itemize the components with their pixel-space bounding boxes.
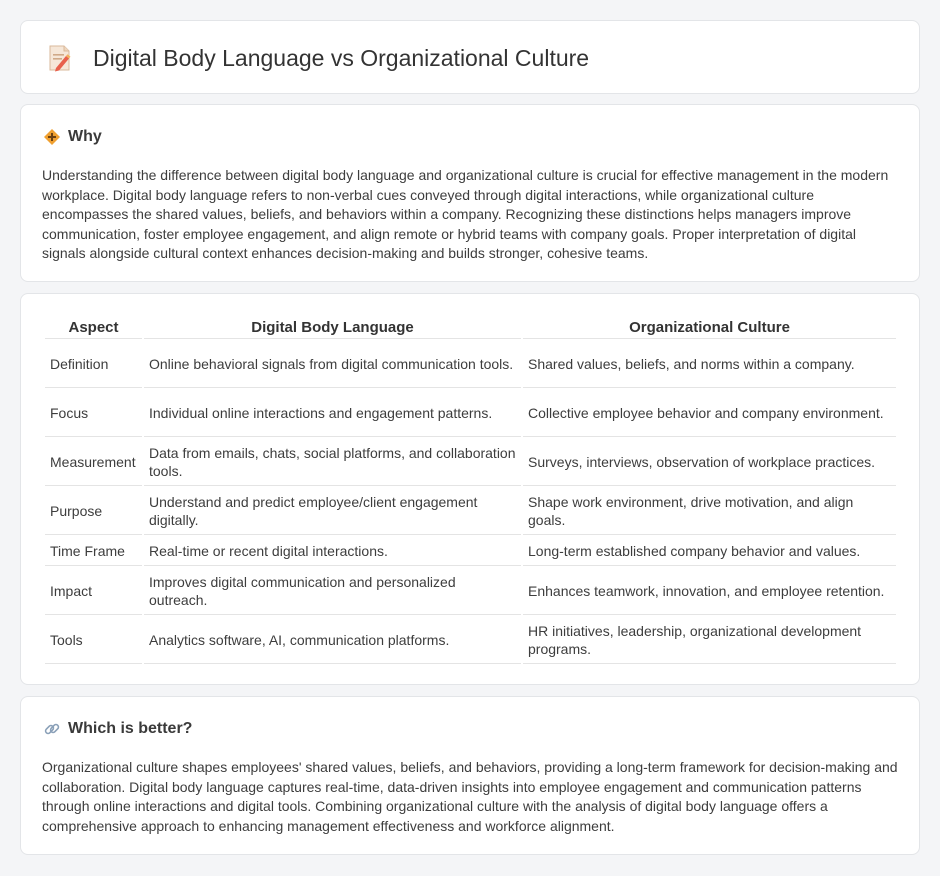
cell-aspect: Purpose bbox=[45, 488, 142, 535]
table-row: Definition Online behavioral signals fro… bbox=[45, 341, 896, 388]
better-section-header: Which is better? bbox=[43, 719, 192, 739]
why-body: Understanding the difference between dig… bbox=[42, 167, 889, 262]
title-row: Digital Body Language vs Organizational … bbox=[47, 43, 589, 73]
comparison-table: Aspect Digital Body Language Organizatio… bbox=[43, 315, 898, 666]
cell-organizational-culture: Collective employee behavior and company… bbox=[523, 390, 896, 437]
cell-organizational-culture: Enhances teamwork, innovation, and emplo… bbox=[523, 568, 896, 615]
header-aspect: Aspect bbox=[45, 317, 142, 339]
cell-digital-body-language: Real-time or recent digital interactions… bbox=[144, 537, 521, 566]
cell-aspect: Measurement bbox=[45, 439, 142, 486]
table-row: Time Frame Real-time or recent digital i… bbox=[45, 537, 896, 566]
header-digital-body-language: Digital Body Language bbox=[144, 317, 521, 339]
table-row: Impact Improves digital communication an… bbox=[45, 568, 896, 615]
why-section: Why Understanding the difference between… bbox=[20, 104, 920, 282]
table-row: Purpose Understand and predict employee/… bbox=[45, 488, 896, 535]
cell-aspect: Time Frame bbox=[45, 537, 142, 566]
cell-aspect: Tools bbox=[45, 617, 142, 664]
cell-organizational-culture: Shared values, beliefs, and norms within… bbox=[523, 341, 896, 388]
cell-aspect: Impact bbox=[45, 568, 142, 615]
cell-digital-body-language: Data from emails, chats, social platform… bbox=[144, 439, 521, 486]
better-heading: Which is better? bbox=[68, 720, 193, 737]
cell-aspect: Definition bbox=[45, 341, 142, 388]
cell-digital-body-language: Online behavioral signals from digital c… bbox=[144, 341, 521, 388]
why-section-header: Why bbox=[43, 127, 102, 147]
why-heading: Why bbox=[68, 128, 102, 145]
which-is-better-section: Which is better? Organizational culture … bbox=[20, 696, 920, 855]
comparison-section: Aspect Digital Body Language Organizatio… bbox=[20, 293, 920, 685]
link-icon bbox=[43, 720, 61, 738]
cell-digital-body-language: Analytics software, AI, communication pl… bbox=[144, 617, 521, 664]
header-organizational-culture: Organizational Culture bbox=[523, 317, 896, 339]
cell-aspect: Focus bbox=[45, 390, 142, 437]
table-row: Tools Analytics software, AI, communicat… bbox=[45, 617, 896, 664]
cell-organizational-culture: Surveys, interviews, observation of work… bbox=[523, 439, 896, 486]
table-header-row: Aspect Digital Body Language Organizatio… bbox=[45, 317, 896, 339]
diamond-signal-icon bbox=[43, 128, 61, 146]
document-pencil-icon bbox=[47, 43, 73, 73]
page-title: Digital Body Language vs Organizational … bbox=[93, 45, 590, 71]
cell-digital-body-language: Individual online interactions and engag… bbox=[144, 390, 521, 437]
cell-organizational-culture: Shape work environment, drive motivation… bbox=[523, 488, 896, 535]
table-row: Measurement Data from emails, chats, soc… bbox=[45, 439, 896, 486]
table-row: Focus Individual online interactions and… bbox=[45, 390, 896, 437]
better-body: Organizational culture shapes employees'… bbox=[42, 759, 898, 834]
cell-digital-body-language: Understand and predict employee/client e… bbox=[144, 488, 521, 535]
title-card: Digital Body Language vs Organizational … bbox=[20, 20, 920, 94]
cell-digital-body-language: Improves digital communication and perso… bbox=[144, 568, 521, 615]
cell-organizational-culture: Long-term established company behavior a… bbox=[523, 537, 896, 566]
cell-organizational-culture: HR initiatives, leadership, organization… bbox=[523, 617, 896, 664]
